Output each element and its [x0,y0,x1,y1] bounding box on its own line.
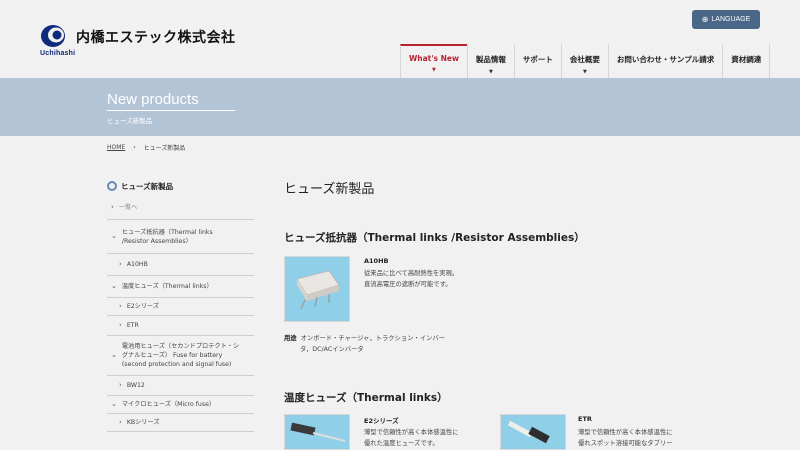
breadcrumb-home-link[interactable]: HOME [107,144,125,151]
product-name-e2[interactable]: E2シリーズ [364,415,399,425]
banner-title: New products [107,91,199,108]
sidebar-item-bw12[interactable]: › BW12 [107,376,254,396]
product-desc-line: 優れスポット溶接可能なタブリー [578,440,673,447]
nav-label: 製品情報 [475,55,506,64]
sidebar-item-label: ETR [126,322,139,329]
sidebar-item-list[interactable]: › 一覧へ [107,196,254,220]
main-content: ヒューズ新製品 ヒューズ抵抗器（Thermal links /Resistor … [284,178,704,450]
nav-item-whats-new[interactable]: What's New ▼ [400,44,467,78]
page-banner: New products ヒューズ新製品 [0,78,800,136]
product-desc-line: 直流高電圧の遮断が可能です。 [364,281,452,288]
sidebar-item-label: マイクロヒューズ（Micro fuse） [121,401,216,408]
caret-down-icon: ▼ [582,69,587,75]
sidebar-item-label: 温度ヒューズ（Thermal links） [121,283,213,290]
breadcrumb: HOME › ヒューズ新製品 [107,143,185,152]
chevron-down-icon: ⌄ [111,282,117,290]
section-title-fuse-resistor: ヒューズ抵抗器（Thermal links /Resistor Assembli… [284,232,585,244]
chevron-down-icon: ⌄ [111,351,117,359]
chevron-down-icon: ⌄ [111,400,117,408]
breadcrumb-current: ヒューズ新製品 [143,145,186,152]
nav-item-products[interactable]: 製品情報 ▼ [466,44,514,78]
banner-divider [107,110,235,111]
nav-label: サポート [522,55,553,64]
logo-mark-icon [41,25,65,47]
usage-line: オンボード・チャージャ，トラクション・インバー [300,335,445,342]
sidebar-item-label: 電池用ヒューズ（セカンドプロテクト・シグナルヒューズ） Fuse for bat… [121,343,240,368]
product-desc-line: 従来品に比べて高耐熱性を実現。 [364,270,459,277]
logo-text: 内橋エステック株式会社 [76,30,236,46]
product-name-a10hb[interactable]: A10HB [364,257,388,265]
product-description: 薄型で信頼性が高く本体感温性に 優れた温度ヒューズです。 [364,427,494,449]
sidebar-heading-label: ヒューズ新製品 [121,181,174,191]
chevron-right-icon: › [119,381,122,389]
sidebar-item-label: A10HB [126,261,148,268]
language-button[interactable]: ⊕ LANGUAGE [692,10,760,29]
sidebar-item-battery-fuse[interactable]: ⌄ 電池用ヒューズ（セカンドプロテクト・シグナルヒューズ） Fuse for b… [107,336,254,376]
page-title: ヒューズ新製品 [284,182,375,197]
product-description: 従来品に比べて高耐熱性を実現。 直流高電圧の遮断が可能です。 [364,268,564,290]
product-name-etr[interactable]: ETR [578,415,592,423]
nav-item-contact[interactable]: お問い合わせ・サンプル請求 [607,44,722,78]
sidebar-item-label: ヒューズ抵抗器（Thermal links /Resistor Assembli… [121,228,213,245]
chevron-down-icon: ⌄ [111,232,117,240]
caret-down-icon: ▼ [432,67,436,73]
site-header: Uchihashi 内橋エステック株式会社 ⊕ LANGUAGE What's … [0,0,800,78]
product-usage: 用途 オンボード・チャージャ，トラクション・インバー タ，DC/ACインバータ [284,333,474,355]
logo-subtext: Uchihashi [40,50,76,57]
sidebar-item-e2-series[interactable]: › E2シリーズ [107,298,254,316]
main-nav: What's New ▼ 製品情報 ▼ サポート 会社概要 ▼ お問い合わせ・サ… [400,44,771,78]
product-desc-line: 薄型で信頼性が高く本体感温性に [364,429,459,436]
nav-label: お問い合わせ・サンプル請求 [616,55,715,64]
breadcrumb-separator: › [133,144,136,151]
sidebar-heading: ヒューズ新製品 [107,176,254,196]
sidebar-item-label: 一覧へ [118,204,138,211]
chevron-right-icon: › [111,203,114,211]
chevron-right-icon: › [119,321,122,329]
chevron-right-icon: › [119,260,122,268]
sidebar: ヒューズ新製品 › 一覧へ ⌄ ヒューズ抵抗器（Thermal links /R… [107,176,254,432]
usage-label: 用途 [284,335,297,342]
nav-item-procurement[interactable]: 資材調達 [722,44,771,78]
product-image-a10hb[interactable] [284,256,350,322]
chevron-right-icon: › [119,418,122,426]
nav-item-support[interactable]: サポート [513,44,561,78]
caret-down-icon: ▼ [488,69,493,75]
chevron-right-icon: › [119,302,122,310]
sidebar-item-a10hb[interactable]: › A10HB [107,254,254,276]
section-title-thermal-links: 温度ヒューズ（Thermal links） [284,392,448,404]
globe-icon: ⊕ [701,15,709,24]
sidebar-item-etr[interactable]: › ETR [107,316,254,336]
language-label: LANGUAGE [711,16,751,23]
nav-label: What's New [409,54,459,63]
thermal-fuse-icon [290,422,346,442]
sidebar-item-label: E2シリーズ [126,303,160,310]
product-desc-line: 薄型で信頼性が高く本体感温性に [578,429,673,436]
product-image-etr[interactable] [500,414,566,450]
banner-subtitle: ヒューズ新製品 [107,117,153,125]
sidebar-item-label: KBシリーズ [126,419,160,426]
nav-label: 会社概要 [569,55,600,64]
sidebar-item-label: BW12 [126,382,145,389]
nav-label: 資材調達 [731,55,762,64]
sidebar-item-micro-fuse[interactable]: ⌄ マイクロヒューズ（Micro fuse） [107,396,254,414]
product-desc-line: 優れた温度ヒューズです。 [364,440,439,447]
usage-line: タ，DC/ACインバータ [300,346,364,353]
resistor-component-icon [296,270,340,310]
ring-icon [107,181,117,191]
thermal-fuse-icon [507,420,550,444]
product-image-e2[interactable] [284,414,350,450]
nav-item-company[interactable]: 会社概要 ▼ [560,44,608,78]
company-logo[interactable]: Uchihashi 内橋エステック株式会社 [40,24,235,60]
sidebar-item-kb-series[interactable]: › KBシリーズ [107,414,254,432]
sidebar-item-thermal-links[interactable]: ⌄ 温度ヒューズ（Thermal links） [107,276,254,298]
sidebar-item-fuse-resistor[interactable]: ⌄ ヒューズ抵抗器（Thermal links /Resistor Assemb… [107,220,254,254]
product-description: 薄型で信頼性が高く本体感温性に 優れスポット溶接可能なタブリー [578,427,704,449]
